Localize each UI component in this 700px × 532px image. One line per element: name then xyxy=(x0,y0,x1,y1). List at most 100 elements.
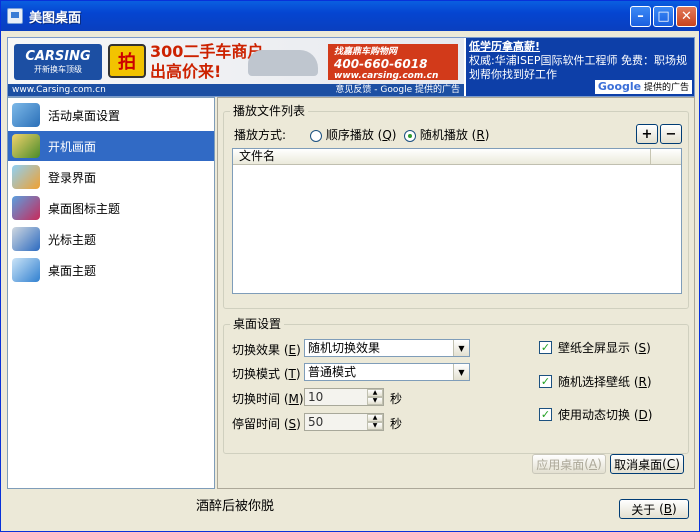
maximize-button[interactable]: □ xyxy=(653,6,674,27)
mode-key: T xyxy=(288,367,296,381)
app-window: 美图桌面 – □ ✕ CARSING 开新换车顶级 拍 300二手车商户 出高价… xyxy=(0,0,700,532)
ad-banner[interactable]: CARSING 开新换车顶级 拍 300二手车商户 出高价来! 找嘉鼎车购物网 … xyxy=(7,37,695,97)
sidebar-item-boot-screen[interactable]: 开机画面 xyxy=(8,131,214,161)
checkmark-icon[interactable]: ✓ xyxy=(539,341,552,354)
radio-sequential-key: Q xyxy=(382,128,392,142)
stay-time-value[interactable]: 50 xyxy=(305,415,367,429)
ad-slogan: 300二手车商户 出高价来! xyxy=(150,42,263,82)
sidebar-item-desktop-theme[interactable]: 桌面主题 xyxy=(8,255,214,285)
random-wallpaper-key: R xyxy=(638,374,647,389)
spin-down-icon[interactable]: ▼ xyxy=(367,397,383,405)
minimize-button[interactable]: – xyxy=(630,6,651,27)
effect-key: E xyxy=(288,343,297,357)
apply-desktop-label: 应用桌面 xyxy=(536,457,585,472)
radio-sequential[interactable]: 顺序播放 (Q) xyxy=(310,126,396,143)
radio-sequential-circle[interactable] xyxy=(310,129,322,142)
sidebar-item-label: 光标主题 xyxy=(48,232,97,247)
active-desktop-icon xyxy=(12,103,40,127)
ad-body: 权威:华浦ISEP国际软件工程师 免费：职场规划帮你找到好工作 xyxy=(469,54,688,81)
cancel-desktop-label: 取消桌面 xyxy=(614,457,663,472)
ad-headline[interactable]: 低学历拿高薪! xyxy=(469,40,691,54)
ad-text-block[interactable]: 低学历拿高薪! 权威:华浦ISEP国际软件工程师 免费：职场规划帮你找到好工作 … xyxy=(466,38,694,96)
ad-phone-caption: 找嘉鼎车购物网 xyxy=(334,46,398,57)
dynamic-switch-key: D xyxy=(638,407,648,422)
login-screen-icon xyxy=(12,165,40,189)
switch-time-label-text: 切换时间 xyxy=(232,392,281,406)
sidebar-item-desktop-icon-theme[interactable]: 桌面图标主题 xyxy=(8,193,214,223)
ad-slogan-line1: 300二手车商户 xyxy=(150,42,264,61)
sidebar-item-label: 桌面图标主题 xyxy=(48,201,121,216)
car-image xyxy=(248,50,318,76)
fullscreen-checkbox[interactable]: ✓ 壁纸全屏显示 (S) xyxy=(539,339,651,356)
stay-time-unit: 秒 xyxy=(390,417,403,431)
spin-up-icon[interactable]: ▲ xyxy=(367,414,383,422)
fullscreen-label: 壁纸全屏显示 xyxy=(558,341,631,355)
mode-label-text: 切换模式 xyxy=(232,367,281,381)
app-icon xyxy=(7,8,23,24)
close-button[interactable]: ✕ xyxy=(676,6,697,27)
desktop-icon-theme-icon xyxy=(12,196,40,220)
radio-random[interactable]: 随机播放 (R) xyxy=(404,126,489,143)
ad-badge: 拍 xyxy=(108,44,146,78)
mode-select-value: 普通模式 xyxy=(308,365,357,379)
desktop-theme-icon xyxy=(12,258,40,282)
effect-label-text: 切换效果 xyxy=(232,343,281,357)
ad-phone: 400-660-6018 xyxy=(334,56,428,71)
dynamic-switch-label: 使用动态切换 xyxy=(558,408,631,422)
sidebar-item-cursor-theme[interactable]: 光标主题 xyxy=(8,224,214,254)
ad-url[interactable]: www.Carsing.com.cn xyxy=(12,85,106,95)
sidebar-item-active-desktop[interactable]: 活动桌面设置 xyxy=(8,100,214,130)
sidebar-item-label: 活动桌面设置 xyxy=(48,108,121,123)
settings-panel: 播放文件列表 播放方式: 顺序播放 (Q) 随机播放 (R) + − 文件名 桌… xyxy=(217,97,695,489)
ad-slogan-line2: 出高价来! xyxy=(150,62,222,81)
effect-label: 切换效果 (E) xyxy=(232,343,301,357)
switch-time-value[interactable]: 10 xyxy=(305,390,367,404)
sidebar-item-label: 桌面主题 xyxy=(48,263,97,278)
ad-carsing[interactable]: CARSING 开新换车顶级 拍 300二手车商户 出高价来! 找嘉鼎车购物网 … xyxy=(8,38,464,96)
cancel-desktop-button[interactable]: 取消桌面(C) xyxy=(610,454,684,474)
sidebar: 活动桌面设置 开机画面 登录界面 桌面图标主题 光标主题 桌面主题 xyxy=(7,97,215,489)
chevron-down-icon[interactable]: ▼ xyxy=(453,364,469,380)
boot-screen-icon xyxy=(12,134,40,158)
about-label: 关于 xyxy=(631,502,656,517)
apply-desktop-button[interactable]: 应用桌面(A) xyxy=(532,454,606,474)
title-bar[interactable]: 美图桌面 – □ ✕ xyxy=(1,1,699,31)
radio-random-circle[interactable] xyxy=(404,129,416,142)
checkmark-icon[interactable]: ✓ xyxy=(539,375,552,388)
play-mode-label: 播放方式: xyxy=(234,128,287,142)
random-wallpaper-checkbox[interactable]: ✓ 随机选择壁纸 (R) xyxy=(539,373,652,390)
google-suffix: 提供的广告 xyxy=(643,83,689,93)
dynamic-switch-checkbox[interactable]: ✓ 使用动态切换 (D) xyxy=(539,406,652,423)
add-file-button[interactable]: + xyxy=(636,124,658,144)
cancel-desktop-key: C xyxy=(666,457,676,471)
stay-time-label-text: 停留时间 xyxy=(232,417,281,431)
stay-time-spinner[interactable]: 50 ▲ ▼ xyxy=(304,413,384,431)
carsing-logo: CARSING 开新换车顶级 xyxy=(14,44,102,80)
google-ads-tag[interactable]: Google 提供的广告 xyxy=(594,80,692,94)
radio-random-key: R xyxy=(476,128,485,142)
apply-desktop-key: A xyxy=(588,457,598,471)
ad-phone-box: 找嘉鼎车购物网 400-660-6018 www.carsing.com.cn xyxy=(328,44,458,81)
file-list[interactable]: 文件名 xyxy=(232,148,682,294)
window-title: 美图桌面 xyxy=(29,10,82,26)
sidebar-item-login-screen[interactable]: 登录界面 xyxy=(8,162,214,192)
column-filename[interactable]: 文件名 xyxy=(233,149,651,164)
desktop-settings-group: 桌面设置 切换效果 (E) 随机切换效果 ▼ 切换模式 (T) 普通模式 ▼ 切… xyxy=(223,317,689,454)
mode-select[interactable]: 普通模式 ▼ xyxy=(304,363,470,381)
switch-time-label: 切换时间 (M) xyxy=(232,392,304,406)
sidebar-item-label: 登录界面 xyxy=(48,170,97,185)
spin-down-icon[interactable]: ▼ xyxy=(367,422,383,430)
ad-phone-url: www.carsing.com.cn xyxy=(334,70,439,81)
ad-url-bar: www.Carsing.com.cn 意见反馈 - Google 提供的广告 xyxy=(8,84,464,96)
spin-up-icon[interactable]: ▲ xyxy=(367,389,383,397)
about-button[interactable]: 关于 (B) xyxy=(619,499,689,519)
carsing-logo-text: CARSING xyxy=(25,49,91,64)
remove-file-button[interactable]: − xyxy=(660,124,682,144)
chevron-down-icon[interactable]: ▼ xyxy=(453,340,469,356)
playlist-group-title: 播放文件列表 xyxy=(230,104,309,118)
effect-select[interactable]: 随机切换效果 ▼ xyxy=(304,339,470,357)
ad-feedback-link[interactable]: 意见反馈 - Google 提供的广告 xyxy=(335,84,460,96)
checkmark-icon[interactable]: ✓ xyxy=(539,408,552,421)
playlist-group: 播放文件列表 播放方式: 顺序播放 (Q) 随机播放 (R) + − 文件名 xyxy=(223,104,689,309)
switch-time-spinner[interactable]: 10 ▲ ▼ xyxy=(304,388,384,406)
